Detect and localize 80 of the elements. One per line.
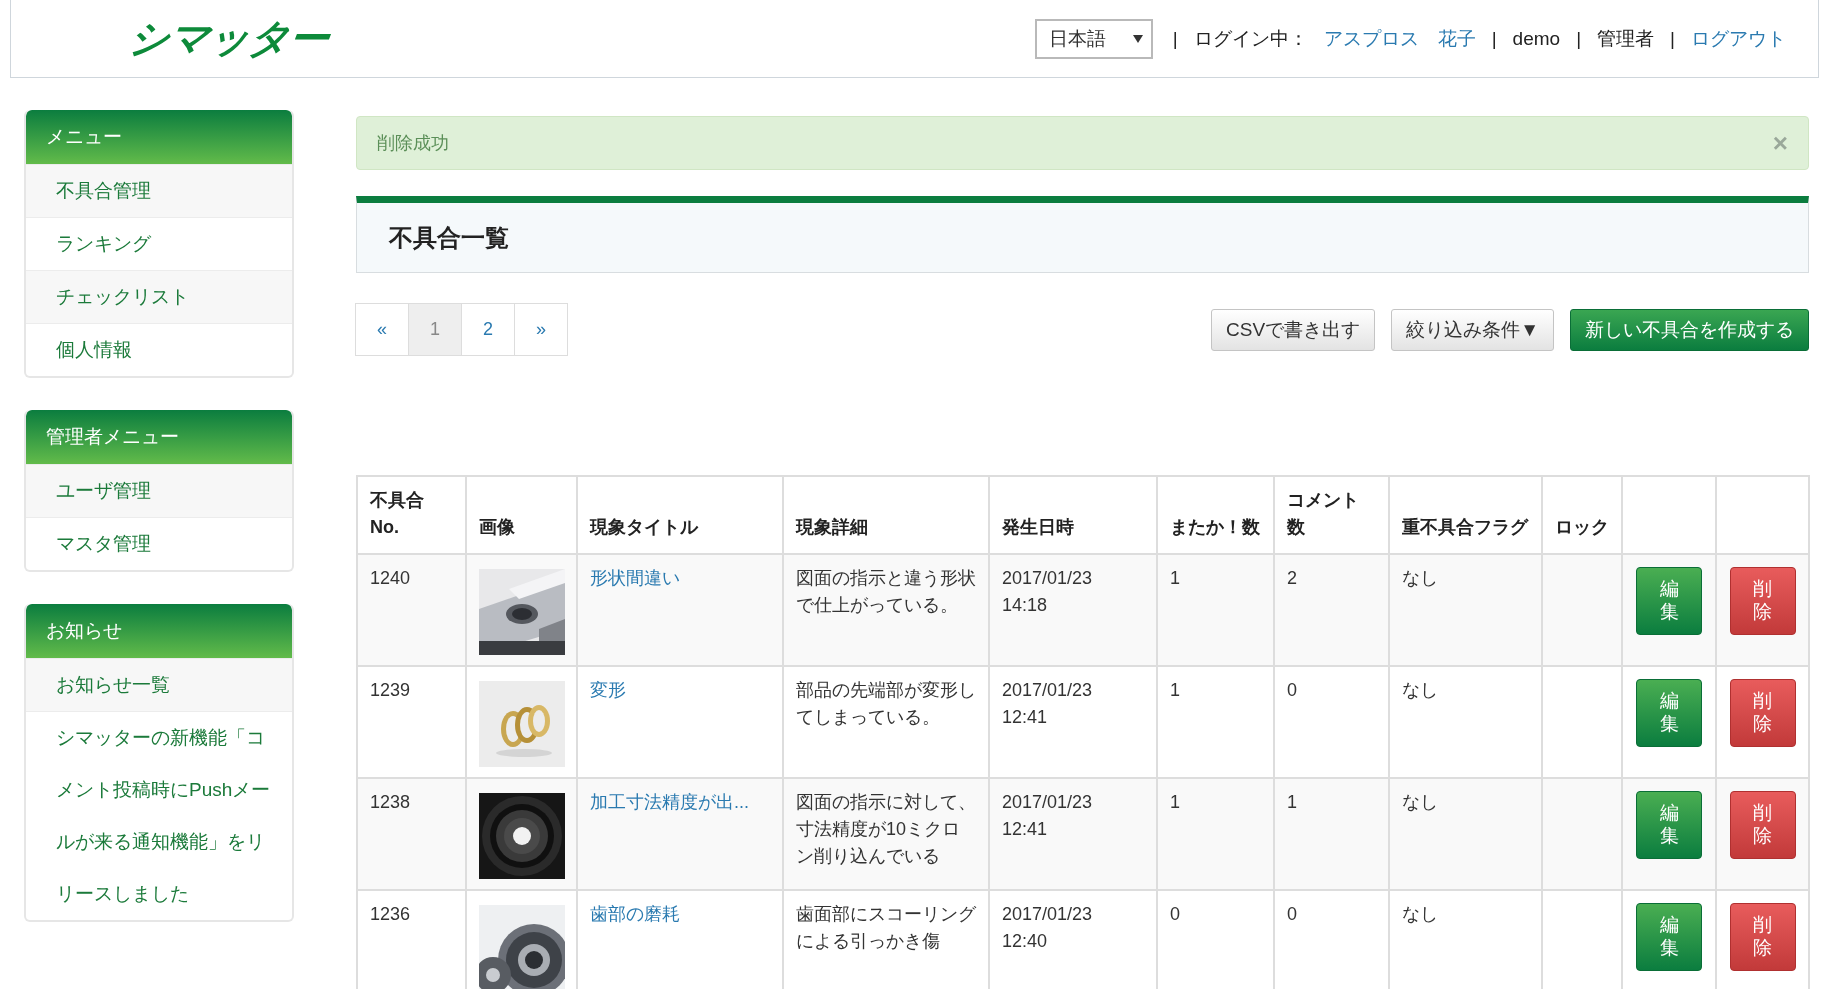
caret-icon (1132, 34, 1143, 43)
sidebar-link[interactable]: シマッターの新機能「コメント投稿時にPushメールが来る通知機能」をリリースしました (26, 711, 292, 920)
table-cell: 0 (1287, 904, 1297, 924)
panel-header: お知らせ (26, 604, 292, 658)
sidebar-link[interactable]: チェックリスト (26, 270, 292, 323)
edit-button[interactable]: 編集 (1636, 903, 1702, 971)
column-header: 発生日時 (1002, 517, 1074, 537)
header-text: | (1670, 27, 1675, 50)
header-text: | (1576, 27, 1582, 50)
table-cell-text: 12:40 (1002, 930, 1049, 953)
column-header: 現象詳細 (796, 517, 868, 537)
table-cell: なし (1402, 680, 1438, 700)
edit-button[interactable]: 編集 (1636, 679, 1702, 747)
delete-button[interactable]: 削除 (1729, 791, 1796, 859)
alert-message: 削除成功 (377, 132, 449, 155)
table-cell: なし (1402, 792, 1438, 812)
delete-button[interactable]: 削除 (1729, 567, 1796, 635)
table-cell-text: 14:18 (1002, 594, 1049, 617)
table-cell: 2 (1287, 568, 1297, 588)
sidebar-link[interactable]: ユーザ管理 (26, 464, 292, 517)
column-header: 現象タイトル (590, 517, 698, 537)
language-select[interactable]: 日本語 (1034, 18, 1153, 59)
table-cell: 0 (1287, 680, 1297, 700)
column-header: 重不具合フラグ (1402, 517, 1528, 537)
table-cell-text: 2017/01/23 (1002, 679, 1094, 702)
sidebar-link[interactable]: 不具合管理 (26, 164, 292, 217)
table-cell: 図面の指示と違う形状で仕上がっている。 (796, 568, 976, 615)
edit-button[interactable]: 編集 (1636, 567, 1702, 635)
title-link[interactable]: 加工寸法精度が出... (590, 792, 749, 812)
sidebar-link[interactable]: 個人情報 (26, 323, 292, 376)
table-cell: 1 (1287, 792, 1297, 812)
panel-header: メニュー (26, 110, 292, 164)
table-cell: 図面の指示に対して、寸法精度が10ミクロン削り込んでいる (796, 792, 976, 866)
sidebar-link[interactable]: マスタ管理 (26, 517, 292, 570)
column-header: コメント数 (1287, 490, 1359, 537)
table-cell: 1236 (370, 904, 411, 924)
column-header: またか！数 (1170, 517, 1260, 537)
table-cell-text: 12:41 (1002, 818, 1049, 841)
table-cell: 1238 (370, 792, 411, 812)
table-cell-text: 2017/01/23 (1002, 903, 1094, 926)
header-text: ログイン中： (1193, 26, 1308, 51)
edit-button[interactable]: 編集 (1636, 791, 1702, 859)
sidebar-link[interactable]: お知らせ一覧 (26, 658, 292, 711)
table-cell: 1 (1170, 568, 1180, 588)
title-link[interactable]: 変形 (590, 680, 626, 700)
header-text: 管理者 (1597, 26, 1655, 51)
table-cell: 部品の先端部が変形してしまっている。 (796, 680, 976, 727)
title-link[interactable]: 形状間違い (590, 568, 680, 588)
action-button[interactable]: 絞り込み条件▼ (1391, 308, 1554, 351)
table-cell-text: 2017/01/23 (1002, 791, 1094, 814)
title-link[interactable]: 歯部の磨耗 (590, 904, 680, 924)
page-link[interactable]: 1 (408, 303, 462, 356)
header-text: | (1172, 27, 1178, 50)
header-link[interactable]: ログアウト (1691, 25, 1786, 52)
page-link[interactable]: » (514, 303, 568, 356)
delete-button[interactable]: 削除 (1729, 679, 1796, 747)
column-header: 不具合 No. (370, 490, 424, 537)
table-cell-text: 2017/01/23 (1002, 567, 1094, 590)
logo[interactable]: シマッター (125, 11, 332, 66)
page-link[interactable]: « (355, 303, 409, 356)
page-link[interactable]: 2 (461, 303, 515, 356)
create-button[interactable]: 新しい不具合を作成する (1570, 308, 1809, 351)
page-title: 不具合一覧 (389, 222, 509, 253)
header-text: demo (1512, 27, 1561, 50)
header-text: | (1491, 27, 1497, 50)
table-cell: 1 (1170, 680, 1180, 700)
table-cell: なし (1402, 904, 1438, 924)
panel-header: 管理者メニュー (26, 410, 292, 464)
column-header: ロック (1555, 517, 1609, 537)
column-header: 画像 (479, 517, 515, 537)
table-cell: 1240 (370, 568, 411, 588)
action-button[interactable]: CSVで書き出す (1211, 308, 1376, 351)
table-cell: 1 (1170, 792, 1180, 812)
table-cell: 0 (1170, 904, 1180, 924)
table-cell: 1239 (370, 680, 411, 700)
table-cell: 歯面部にスコーリングによる引っかき傷 (796, 904, 976, 951)
header-link[interactable]: アスプロス 花子 (1323, 25, 1476, 52)
delete-button[interactable]: 削除 (1729, 903, 1796, 971)
table-cell-text: 12:41 (1002, 706, 1049, 729)
table-cell: なし (1402, 568, 1438, 588)
